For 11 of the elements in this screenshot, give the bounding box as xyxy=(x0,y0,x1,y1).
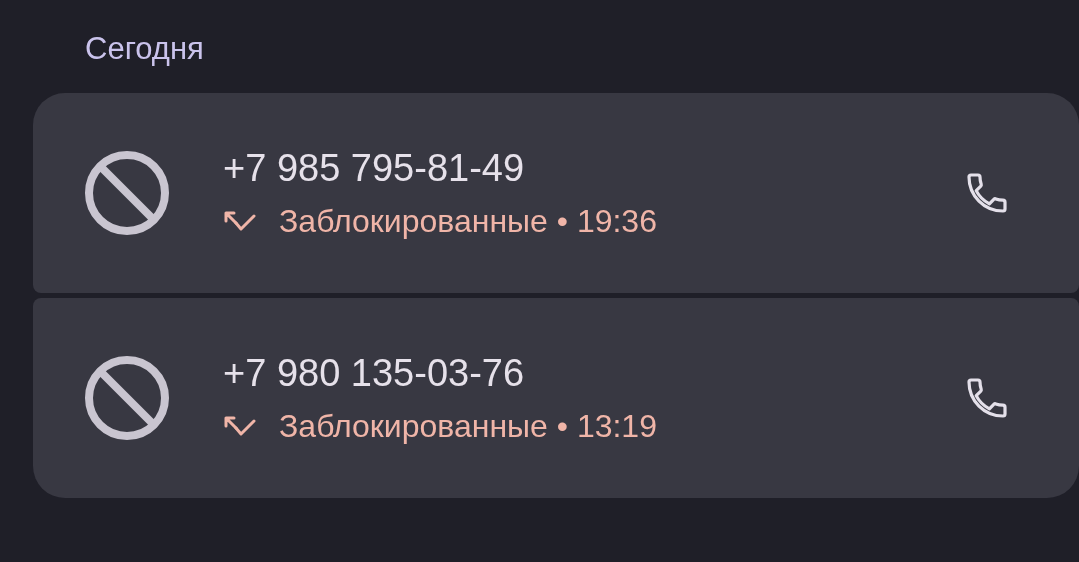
call-arrow-icon xyxy=(223,415,257,437)
call-card[interactable]: +7 985 795-81-49 Заблокированные • 19:36 xyxy=(33,93,1079,293)
phone-number: +7 980 135-03-76 xyxy=(223,351,526,396)
section-title: Сегодня xyxy=(85,31,204,66)
block-icon xyxy=(83,354,171,442)
call-detail: Заблокированные • 13:19 xyxy=(279,407,657,446)
call-arrow-icon xyxy=(223,210,257,232)
call-detail: Заблокированные • 19:36 xyxy=(279,202,657,241)
call-card[interactable]: +7 980 135-03-76 Заблокированные • 13:19 xyxy=(33,298,1079,498)
block-icon xyxy=(83,149,171,237)
phone-number: +7 985 795-81-49 xyxy=(223,146,526,191)
